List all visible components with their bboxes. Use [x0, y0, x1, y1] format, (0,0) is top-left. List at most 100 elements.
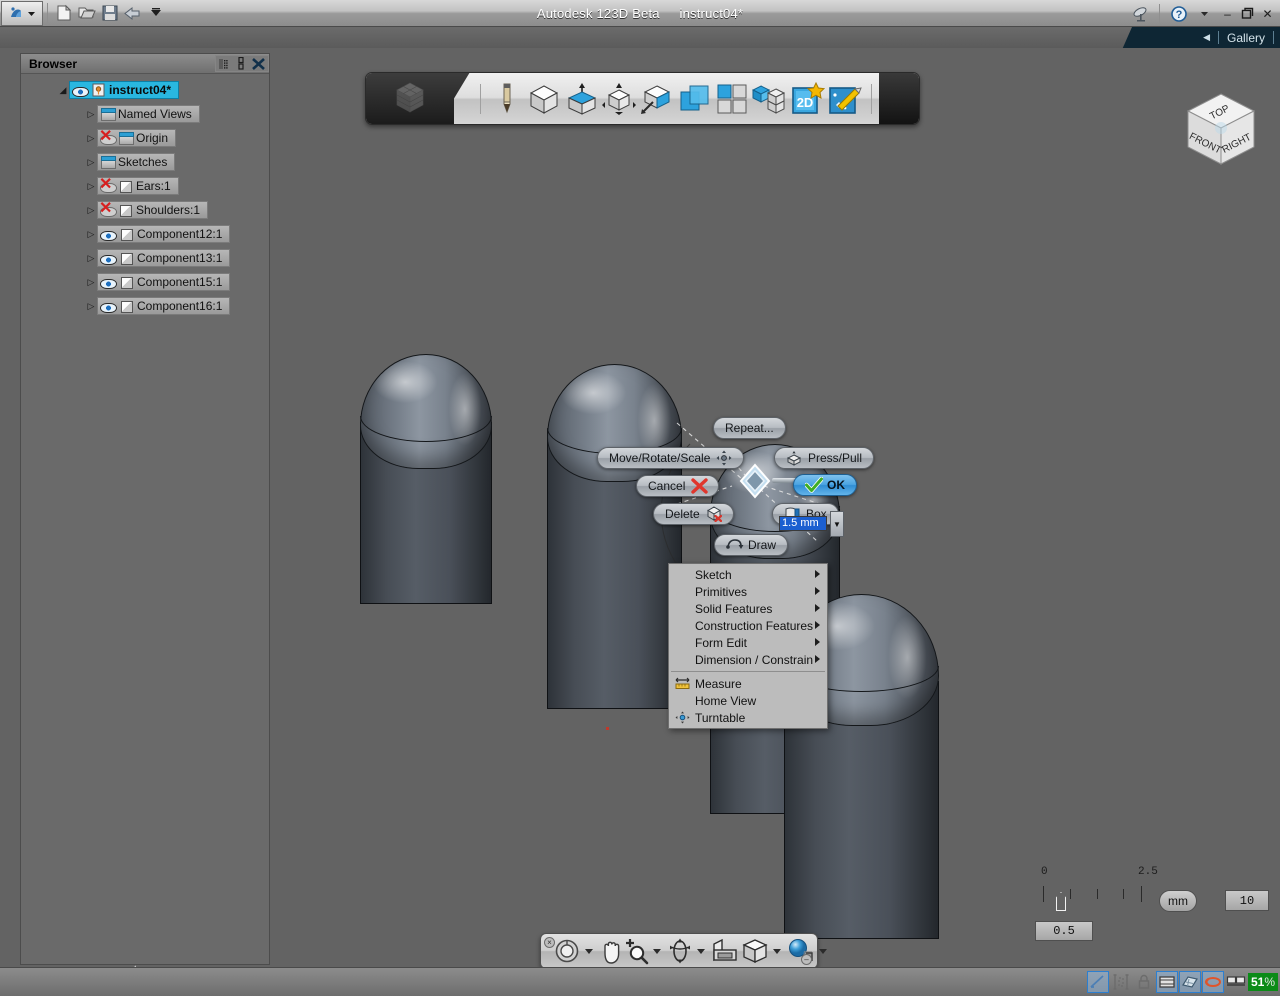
box-dimension-input[interactable]: 1.5 mm: [779, 516, 827, 531]
visibility-eye-icon[interactable]: [100, 275, 117, 289]
visibility-eye-icon[interactable]: [100, 227, 117, 241]
grid-display-icon[interactable]: [1155, 971, 1178, 993]
tree-expander[interactable]: ▷: [85, 157, 97, 168]
construct-extrude-icon[interactable]: [564, 79, 600, 119]
tree-expander[interactable]: ▷: [85, 205, 97, 216]
tree-expander[interactable]: ◢: [57, 85, 69, 96]
tree-row-instruct04[interactable]: ◢ instruct04*: [21, 80, 269, 100]
close-button[interactable]: ✕: [1259, 5, 1276, 22]
tree-expander[interactable]: ▷: [85, 133, 97, 144]
tree-node-component12[interactable]: Component12:1: [97, 225, 231, 243]
sketch-pencil-icon[interactable]: [489, 79, 525, 119]
box-dimension-dropdown[interactable]: ▼: [830, 511, 844, 537]
tree-expander[interactable]: ▷: [85, 301, 97, 312]
tree-node-instruct04[interactable]: instruct04*: [69, 81, 180, 99]
tree-node-sketches[interactable]: Sketches: [97, 153, 176, 171]
tree-expander[interactable]: ▷: [85, 253, 97, 264]
snap-icon[interactable]: [1086, 971, 1109, 993]
combine-boolean-icon[interactable]: [677, 79, 713, 119]
marking-menu-delete[interactable]: Delete: [653, 503, 734, 525]
show-motion-caret-icon[interactable]: [819, 948, 827, 954]
zoom-icon[interactable]: [623, 936, 649, 966]
tree-row-component13[interactable]: ▷ Component13:1: [21, 248, 269, 268]
display-mode-icon[interactable]: [1225, 971, 1247, 993]
tree-node-component16[interactable]: Component16:1: [97, 297, 231, 315]
tree-row-shoulders[interactable]: ▷ Shoulders:1: [21, 200, 269, 220]
marking-menu-move-rotate-scale[interactable]: Move/Rotate/Scale: [597, 447, 745, 469]
unit-selector[interactable]: mm: [1159, 890, 1197, 912]
view-cube-icon[interactable]: [741, 936, 769, 966]
2d-drawing-icon[interactable]: 2D: [790, 79, 826, 119]
tree-row-named-views[interactable]: ▷ Named Views: [21, 104, 269, 124]
menu-item-construction-features[interactable]: Construction Features: [669, 617, 827, 634]
view-cube[interactable]: TOP FRONT RIGHT: [1180, 90, 1262, 172]
assembly-icon[interactable]: [752, 79, 788, 119]
hidden-eye-icon[interactable]: [99, 200, 117, 218]
navbar-minimize-button[interactable]: –: [801, 954, 812, 965]
steering-wheel-caret-icon[interactable]: [585, 948, 593, 954]
grid-spacing-box[interactable]: 10: [1225, 890, 1269, 911]
grid-bounds-icon[interactable]: [1110, 971, 1132, 993]
tree-node-named-views[interactable]: Named Views: [97, 105, 200, 123]
tree-expander[interactable]: ▷: [85, 229, 97, 240]
browser-settings-icon[interactable]: [233, 56, 249, 71]
visibility-eye-icon[interactable]: [100, 299, 117, 313]
capsule-1[interactable]: [360, 354, 492, 604]
ground-plane-icon[interactable]: [1178, 971, 1201, 993]
tree-row-ears[interactable]: ▷ Ears:1: [21, 176, 269, 196]
help-icon[interactable]: ?: [1167, 2, 1190, 25]
marking-menu-ok[interactable]: OK: [793, 474, 857, 496]
tree-row-component15[interactable]: ▷ Component15:1: [21, 272, 269, 292]
grouping-icon[interactable]: [715, 79, 751, 119]
look-at-icon[interactable]: [711, 936, 739, 966]
satellite-dish-icon[interactable]: [1129, 2, 1152, 25]
tree-row-origin[interactable]: ▷ Origin: [21, 128, 269, 148]
lock-icon[interactable]: [1133, 971, 1155, 993]
hidden-eye-icon[interactable]: [99, 176, 117, 194]
marking-menu-press-pull[interactable]: Press/Pull: [774, 447, 875, 469]
pattern-mirror-icon[interactable]: [639, 79, 675, 119]
customize-qat-icon[interactable]: [144, 2, 167, 25]
scale-pointer[interactable]: [1056, 892, 1066, 911]
hidden-eye-icon[interactable]: [99, 128, 117, 146]
undo-icon[interactable]: [121, 2, 144, 25]
primitives-cube-icon[interactable]: [526, 79, 562, 119]
orbit-icon[interactable]: [667, 936, 693, 966]
browser-close-icon[interactable]: [250, 56, 266, 71]
capsule-2[interactable]: [547, 364, 682, 709]
menu-item-dimension-constrain[interactable]: Dimension / Constrain: [669, 651, 827, 668]
menu-item-turntable[interactable]: Turntable: [669, 709, 827, 726]
application-menu-button[interactable]: [1, 0, 43, 26]
tree-row-component12[interactable]: ▷ Component12:1: [21, 224, 269, 244]
tree-node-component15[interactable]: Component15:1: [97, 273, 231, 291]
browser-filter-icon[interactable]: [216, 56, 232, 71]
pan-hand-icon[interactable]: [599, 936, 625, 966]
tree-node-ears[interactable]: Ears:1: [97, 176, 179, 195]
123d-cube-logo[interactable]: [366, 73, 454, 124]
visibility-eye-icon[interactable]: [72, 83, 89, 97]
tree-expander[interactable]: ▷: [85, 181, 97, 192]
view-cube-caret-icon[interactable]: [773, 948, 781, 954]
restore-button[interactable]: [1239, 5, 1256, 22]
selection-gizmo-icon[interactable]: [734, 461, 776, 501]
gallery-tab[interactable]: Gallery: [1227, 31, 1265, 45]
new-file-icon[interactable]: [52, 2, 75, 25]
navbar-close-button[interactable]: ×: [544, 937, 555, 948]
zoom-level-indicator[interactable]: 51 %: [1247, 973, 1278, 991]
smart-tool-icon[interactable]: [828, 79, 864, 119]
visibility-eye-icon[interactable]: [100, 251, 117, 265]
menu-item-primitives[interactable]: Primitives: [669, 583, 827, 600]
tree-node-shoulders[interactable]: Shoulders:1: [97, 200, 209, 219]
open-file-icon[interactable]: [75, 2, 98, 25]
gallery-collapse-arrow-icon[interactable]: ◀: [1203, 32, 1210, 43]
menu-item-sketch[interactable]: Sketch: [669, 566, 827, 583]
marking-menu-cancel[interactable]: Cancel: [636, 475, 720, 497]
minimize-button[interactable]: –: [1219, 5, 1236, 22]
tree-expander[interactable]: ▷: [85, 109, 97, 120]
menu-item-measure[interactable]: Measure: [669, 675, 827, 692]
orbit-caret-icon[interactable]: [697, 948, 705, 954]
menu-item-home-view[interactable]: Home View: [669, 692, 827, 709]
tree-row-sketches[interactable]: ▷ Sketches: [21, 152, 269, 172]
scale-value-box[interactable]: 0.5: [1035, 921, 1093, 941]
zoom-caret-icon[interactable]: [653, 948, 661, 954]
